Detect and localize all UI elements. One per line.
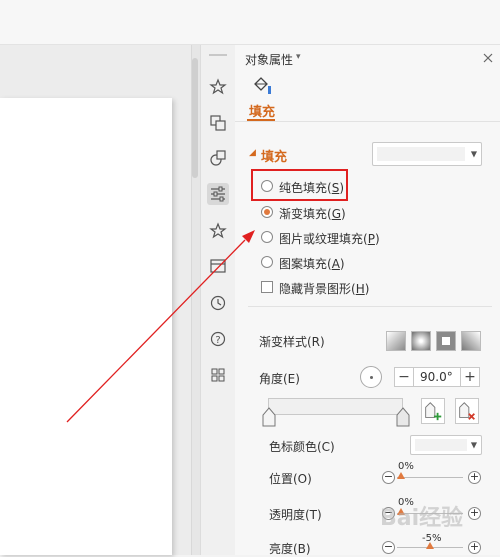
annotation-arrow bbox=[66, 230, 255, 423]
watermark: Bai经验 bbox=[380, 506, 464, 531]
